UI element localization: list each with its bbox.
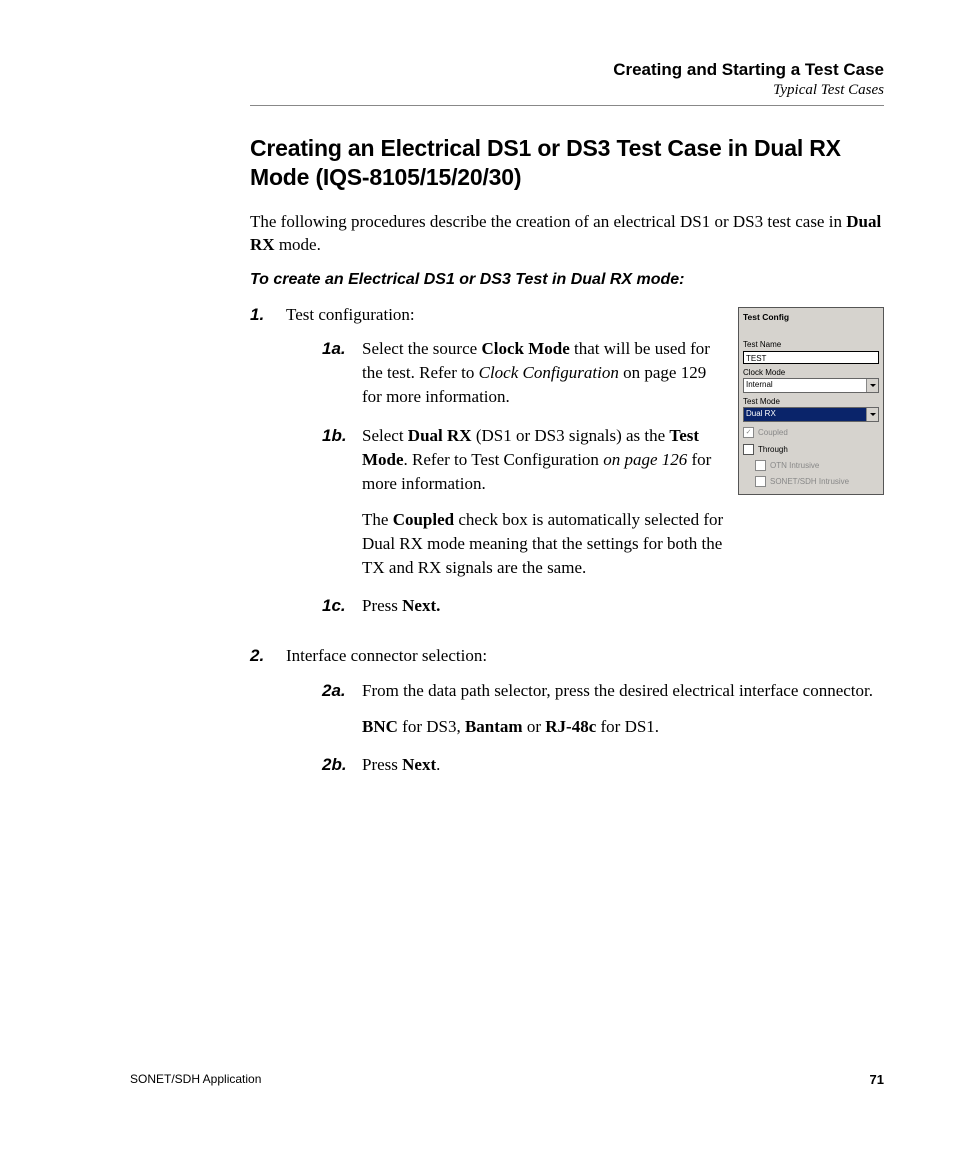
page-footer: SONET/SDH Application 71 [130, 1072, 884, 1087]
section-heading: Creating an Electrical DS1 or DS3 Test C… [250, 134, 884, 192]
step-text: Test configuration: [286, 305, 415, 324]
test-mode-select[interactable]: Dual RX [743, 407, 879, 422]
step-number: 1. [250, 303, 286, 327]
coupled-checkbox-row: ✓ Coupled [743, 427, 879, 438]
step-2b: 2b. Press Next. [322, 753, 884, 777]
running-header: Creating and Starting a Test Case Typica… [250, 60, 884, 99]
through-checkbox-row: Through [743, 444, 879, 455]
procedure-list: 1. Test Config Test Name TEST Clock Mode… [250, 303, 884, 791]
step-2: 2. Interface connector selection: 2a. Fr… [250, 644, 884, 791]
page: Creating and Starting a Test Case Typica… [0, 0, 954, 1159]
clock-mode-label: Clock Mode [743, 367, 879, 378]
chapter-title: Creating and Starting a Test Case [250, 60, 884, 80]
test-name-input[interactable]: TEST [743, 351, 879, 364]
footer-title: SONET/SDH Application [130, 1072, 261, 1087]
checkbox-icon[interactable] [755, 460, 766, 471]
checkbox-icon[interactable] [755, 476, 766, 487]
step-1: 1. Test Config Test Name TEST Clock Mode… [250, 303, 884, 632]
step-text: Interface connector selection: [286, 646, 487, 665]
subchapter-title: Typical Test Cases [250, 82, 884, 99]
chevron-down-icon [866, 379, 878, 392]
page-number: 71 [870, 1072, 884, 1087]
checkbox-checked-icon[interactable]: ✓ [743, 427, 754, 438]
checkbox-icon[interactable] [743, 444, 754, 455]
chevron-down-icon [866, 408, 878, 421]
test-mode-label: Test Mode [743, 396, 879, 407]
clock-mode-select[interactable]: Internal [743, 378, 879, 393]
step-1c: 1c. Press Next. [322, 594, 884, 618]
step-2a: 2a. From the data path selector, press t… [322, 679, 884, 739]
procedure-heading: To create an Electrical DS1 or DS3 Test … [250, 271, 884, 289]
panel-title: Test Config [743, 311, 879, 323]
sonet-checkbox-row: SONET/SDH Intrusive [755, 476, 879, 487]
test-config-screenshot: Test Config Test Name TEST Clock Mode In… [738, 307, 884, 495]
otn-checkbox-row: OTN Intrusive [755, 460, 879, 471]
intro-paragraph: The following procedures describe the cr… [250, 210, 884, 258]
test-name-label: Test Name [743, 339, 879, 350]
header-rule [250, 105, 884, 106]
